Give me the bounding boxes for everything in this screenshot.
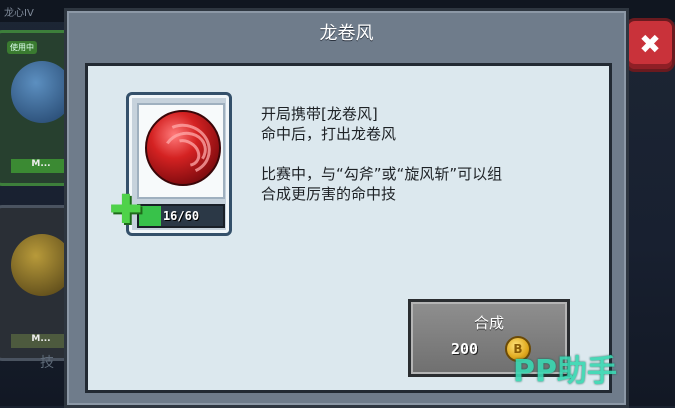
description-line: 开局携带[龙卷风] (261, 105, 378, 123)
watermark: PP助手 (513, 354, 617, 389)
item-progress-bar: 16/60 (137, 204, 225, 228)
craft-label: 合成 (473, 314, 504, 332)
plus-icon[interactable]: ✚ (109, 190, 143, 230)
item-icon-frame (137, 103, 225, 199)
tornado-orb-icon (145, 110, 221, 186)
top-bar-label: 龙心IV (4, 8, 34, 19)
card-label: M... (11, 334, 71, 348)
skill-label: 技 (40, 355, 54, 371)
description-line: 合成更厉害的命中技 (261, 185, 397, 203)
progress-text: 16/60 (162, 209, 200, 223)
close-button[interactable]: ✖ (625, 18, 675, 72)
item-card: 16/60 ✚ (109, 92, 232, 236)
in-use-tag: 使用中 (7, 41, 37, 54)
dialog-panel: 16/60 ✚ 开局携带[龙卷风] 命中后，打出龙卷风 比赛中，与“勾斧”或“旋… (85, 63, 612, 393)
description-line: 比赛中，与“勾斧”或“旋风斩”可以组 (261, 165, 503, 183)
craft-cost: 200 (451, 340, 479, 358)
description-line: 命中后，打出龙卷风 (261, 125, 397, 143)
item-description: 开局携带[龙卷风] 命中后，打出龙卷风 比赛中，与“勾斧”或“旋风斩”可以组 合… (261, 104, 591, 204)
close-icon: ✖ (639, 30, 661, 60)
dialog-title: 龙卷风 (319, 23, 374, 44)
card-label: M... (11, 159, 71, 173)
